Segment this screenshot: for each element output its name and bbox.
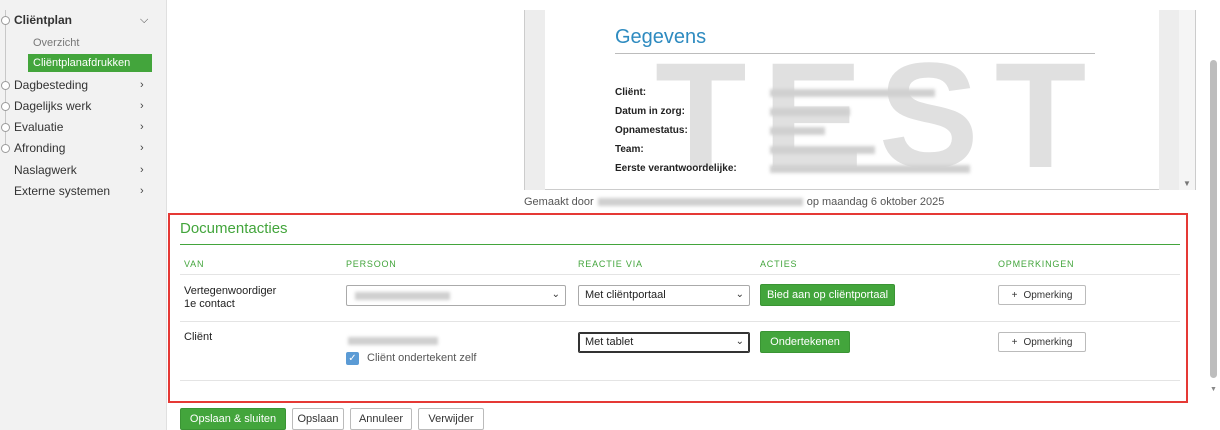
offer-on-portal-button[interactable]: Bied aan op cliëntportaal bbox=[760, 284, 895, 306]
sidebar-item-externe-systemen[interactable]: Externe systemen › bbox=[0, 181, 160, 201]
field-label: Team: bbox=[615, 144, 644, 155]
sidebar-item-dagelijks-werk[interactable]: Dagelijks werk › bbox=[0, 96, 160, 116]
document-preview[interactable]: TEST Gegevens Cliënt: Datum in zorg: Opn… bbox=[524, 10, 1196, 190]
column-header-persoon: PERSOON bbox=[346, 259, 397, 269]
sidebar-item-label: Externe systemen bbox=[14, 184, 111, 198]
scroll-down-icon[interactable]: ▼ bbox=[1183, 179, 1191, 188]
persoon-select[interactable]: ⌄ bbox=[346, 285, 566, 306]
redacted-value bbox=[770, 127, 825, 135]
documentacties-panel: Documentacties VAN PERSOON REACTIE VIA A… bbox=[168, 213, 1188, 403]
plus-icon: + bbox=[1011, 336, 1018, 348]
select-value: Met cliëntportaal bbox=[585, 289, 666, 301]
chevron-down-icon: ⌄ bbox=[551, 289, 560, 300]
chevron-right-icon: › bbox=[140, 100, 144, 112]
save-button[interactable]: Opslaan bbox=[292, 408, 344, 430]
sidebar-item-naslagwerk[interactable]: Naslagwerk › bbox=[0, 160, 160, 180]
created-suffix: op maandag 6 oktober 2025 bbox=[806, 196, 945, 208]
column-header-reactie-via: REACTIE VIA bbox=[578, 259, 643, 269]
page-scrollbar[interactable]: ▼ bbox=[1207, 0, 1220, 430]
column-header-acties: ACTIES bbox=[760, 259, 798, 269]
chevron-down-icon: ⌄ bbox=[735, 289, 744, 300]
created-by-line: Gemaakt door op maandag 6 oktober 2025 bbox=[524, 196, 944, 208]
row-divider bbox=[180, 380, 1180, 381]
reactie-via-select[interactable]: Met cliëntportaal ⌄ bbox=[578, 285, 750, 306]
preview-scrollbar[interactable]: ▼ bbox=[1179, 10, 1195, 190]
step-circle-icon bbox=[1, 15, 10, 25]
chevron-right-icon: › bbox=[140, 185, 144, 197]
heading-divider bbox=[615, 53, 1095, 54]
row-divider bbox=[180, 274, 1180, 275]
sidebar-item-evaluatie[interactable]: Evaluatie › bbox=[0, 117, 160, 137]
step-circle-icon bbox=[1, 80, 10, 90]
redacted-person bbox=[355, 292, 450, 300]
van-role: Vertegenwoordiger bbox=[184, 285, 277, 297]
step-circle-icon bbox=[1, 122, 10, 132]
step-circle-icon bbox=[1, 101, 10, 111]
redacted-author bbox=[597, 198, 803, 206]
select-value: Met tablet bbox=[585, 336, 634, 348]
redacted-value bbox=[770, 165, 970, 173]
add-remark-button[interactable]: + Opmerking bbox=[998, 332, 1086, 352]
sidebar-item-label: Naslagwerk bbox=[14, 163, 77, 177]
save-and-close-button[interactable]: Opslaan & sluiten bbox=[180, 408, 286, 430]
chevron-right-icon: › bbox=[140, 142, 144, 154]
sidebar-item-label: Dagbesteding bbox=[14, 78, 89, 92]
checkbox-label: Cliënt ondertekent zelf bbox=[367, 352, 477, 364]
step-circle-icon bbox=[1, 143, 10, 153]
redacted-value bbox=[770, 89, 935, 97]
preview-margin bbox=[525, 10, 545, 190]
self-sign-checkbox[interactable]: ✓ bbox=[346, 352, 359, 365]
sidebar-item-label: Evaluatie bbox=[14, 120, 64, 134]
redacted-value bbox=[770, 108, 850, 116]
preview-margin bbox=[1159, 10, 1179, 190]
delete-button[interactable]: Verwijder bbox=[418, 408, 484, 430]
van-role: Cliënt bbox=[184, 331, 213, 343]
scrollbar-thumb[interactable] bbox=[1210, 60, 1217, 378]
sidebar-item-label: Afronding bbox=[14, 141, 66, 155]
chevron-right-icon: › bbox=[140, 79, 144, 91]
section-divider bbox=[180, 244, 1180, 245]
reactie-via-select[interactable]: Met tablet ⌄ bbox=[578, 332, 750, 353]
section-title: Documentacties bbox=[180, 220, 288, 237]
created-prefix: Gemaakt door bbox=[524, 196, 594, 208]
field-label: Opnamestatus: bbox=[615, 125, 688, 136]
chevron-right-icon: › bbox=[140, 164, 144, 176]
chevron-down-icon: ⌄ bbox=[735, 336, 744, 347]
field-label: Datum in zorg: bbox=[615, 106, 685, 117]
column-header-opmerkingen: OPMERKINGEN bbox=[998, 259, 1075, 269]
sidebar-subitem-clientplanafdrukken[interactable]: Cliëntplanafdrukken bbox=[28, 54, 152, 72]
sign-button[interactable]: Ondertekenen bbox=[760, 331, 850, 353]
plus-icon: + bbox=[1011, 289, 1018, 301]
sidebar-item-clientplan[interactable]: Cliëntplan ⌵ bbox=[0, 10, 160, 30]
button-label: Opmerking bbox=[1023, 289, 1073, 301]
row-divider bbox=[180, 321, 1180, 322]
sidebar-subitem-overzicht[interactable]: Overzicht bbox=[28, 34, 152, 52]
redacted-person bbox=[348, 337, 438, 345]
preview-heading: Gegevens bbox=[615, 26, 707, 48]
chevron-down-icon[interactable]: ⌵ bbox=[140, 14, 148, 27]
add-remark-button[interactable]: + Opmerking bbox=[998, 285, 1086, 305]
sidebar-item-dagbesteding[interactable]: Dagbesteding › bbox=[0, 75, 160, 95]
cancel-button[interactable]: Annuleer bbox=[350, 408, 412, 430]
scroll-down-icon[interactable]: ▼ bbox=[1210, 386, 1217, 393]
field-label: Cliënt: bbox=[615, 87, 647, 98]
sidebar-item-label: Dagelijks werk bbox=[14, 99, 92, 113]
redacted-value bbox=[770, 146, 875, 154]
chevron-right-icon: › bbox=[140, 121, 144, 133]
button-label: Opmerking bbox=[1023, 336, 1073, 348]
column-header-van: VAN bbox=[184, 259, 205, 269]
sidebar-item-afronding[interactable]: Afronding › bbox=[0, 138, 160, 158]
van-subrole: 1e contact bbox=[184, 298, 235, 310]
field-label: Eerste verantwoordelijke: bbox=[615, 163, 737, 174]
sidebar-item-label: Cliëntplan bbox=[14, 13, 73, 27]
sidebar: Cliëntplan ⌵ Overzicht Cliëntplanafdrukk… bbox=[0, 0, 167, 430]
